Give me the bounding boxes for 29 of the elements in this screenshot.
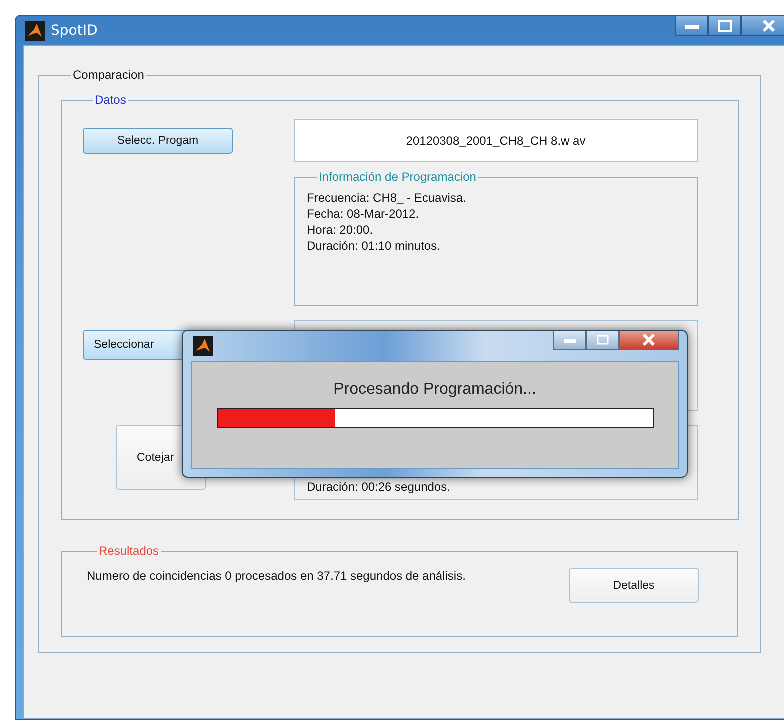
close-icon (762, 20, 776, 32)
close-icon (642, 334, 656, 346)
panel-legend: Información de Programacion (317, 170, 478, 184)
close-button[interactable] (741, 16, 784, 36)
panel-legend: Comparacion (71, 68, 146, 82)
app-icon (193, 336, 213, 356)
select-program-button[interactable]: Selecc. Progam (83, 128, 233, 154)
close-button[interactable] (619, 331, 679, 350)
results-message: Numero de coincidencias 0 procesados en 37.71 segundos de análisis. (87, 568, 467, 585)
maximize-button[interactable] (708, 16, 741, 36)
window-title: SpotID (51, 22, 98, 38)
minimize-button[interactable] (553, 331, 586, 350)
info-line: Duración: 00:26 segundos. (307, 479, 452, 495)
details-button[interactable]: Detalles (569, 568, 699, 603)
info-line: Duración: 01:10 minutos. (307, 238, 442, 254)
panel-legend: Datos (93, 93, 128, 107)
app-icon (25, 20, 45, 40)
info-line: Frecuencia: CH8_ - Ecuavisa. (307, 190, 468, 206)
minimize-icon (564, 338, 576, 342)
progress-message: Procesando Programación... (334, 381, 536, 399)
maximize-button[interactable] (586, 331, 619, 350)
file-name-field: 20120308_2001_CH8_CH 8.w av (294, 119, 698, 162)
maximize-icon (596, 335, 608, 345)
minimize-icon (684, 22, 698, 28)
info-line: Fecha: 08-Mar-2012. (307, 206, 420, 222)
minimize-button[interactable] (675, 16, 708, 36)
info-line: Hora: 20:00. (307, 222, 374, 238)
panel-legend: Resultados (97, 544, 162, 558)
maximize-icon (718, 20, 732, 32)
